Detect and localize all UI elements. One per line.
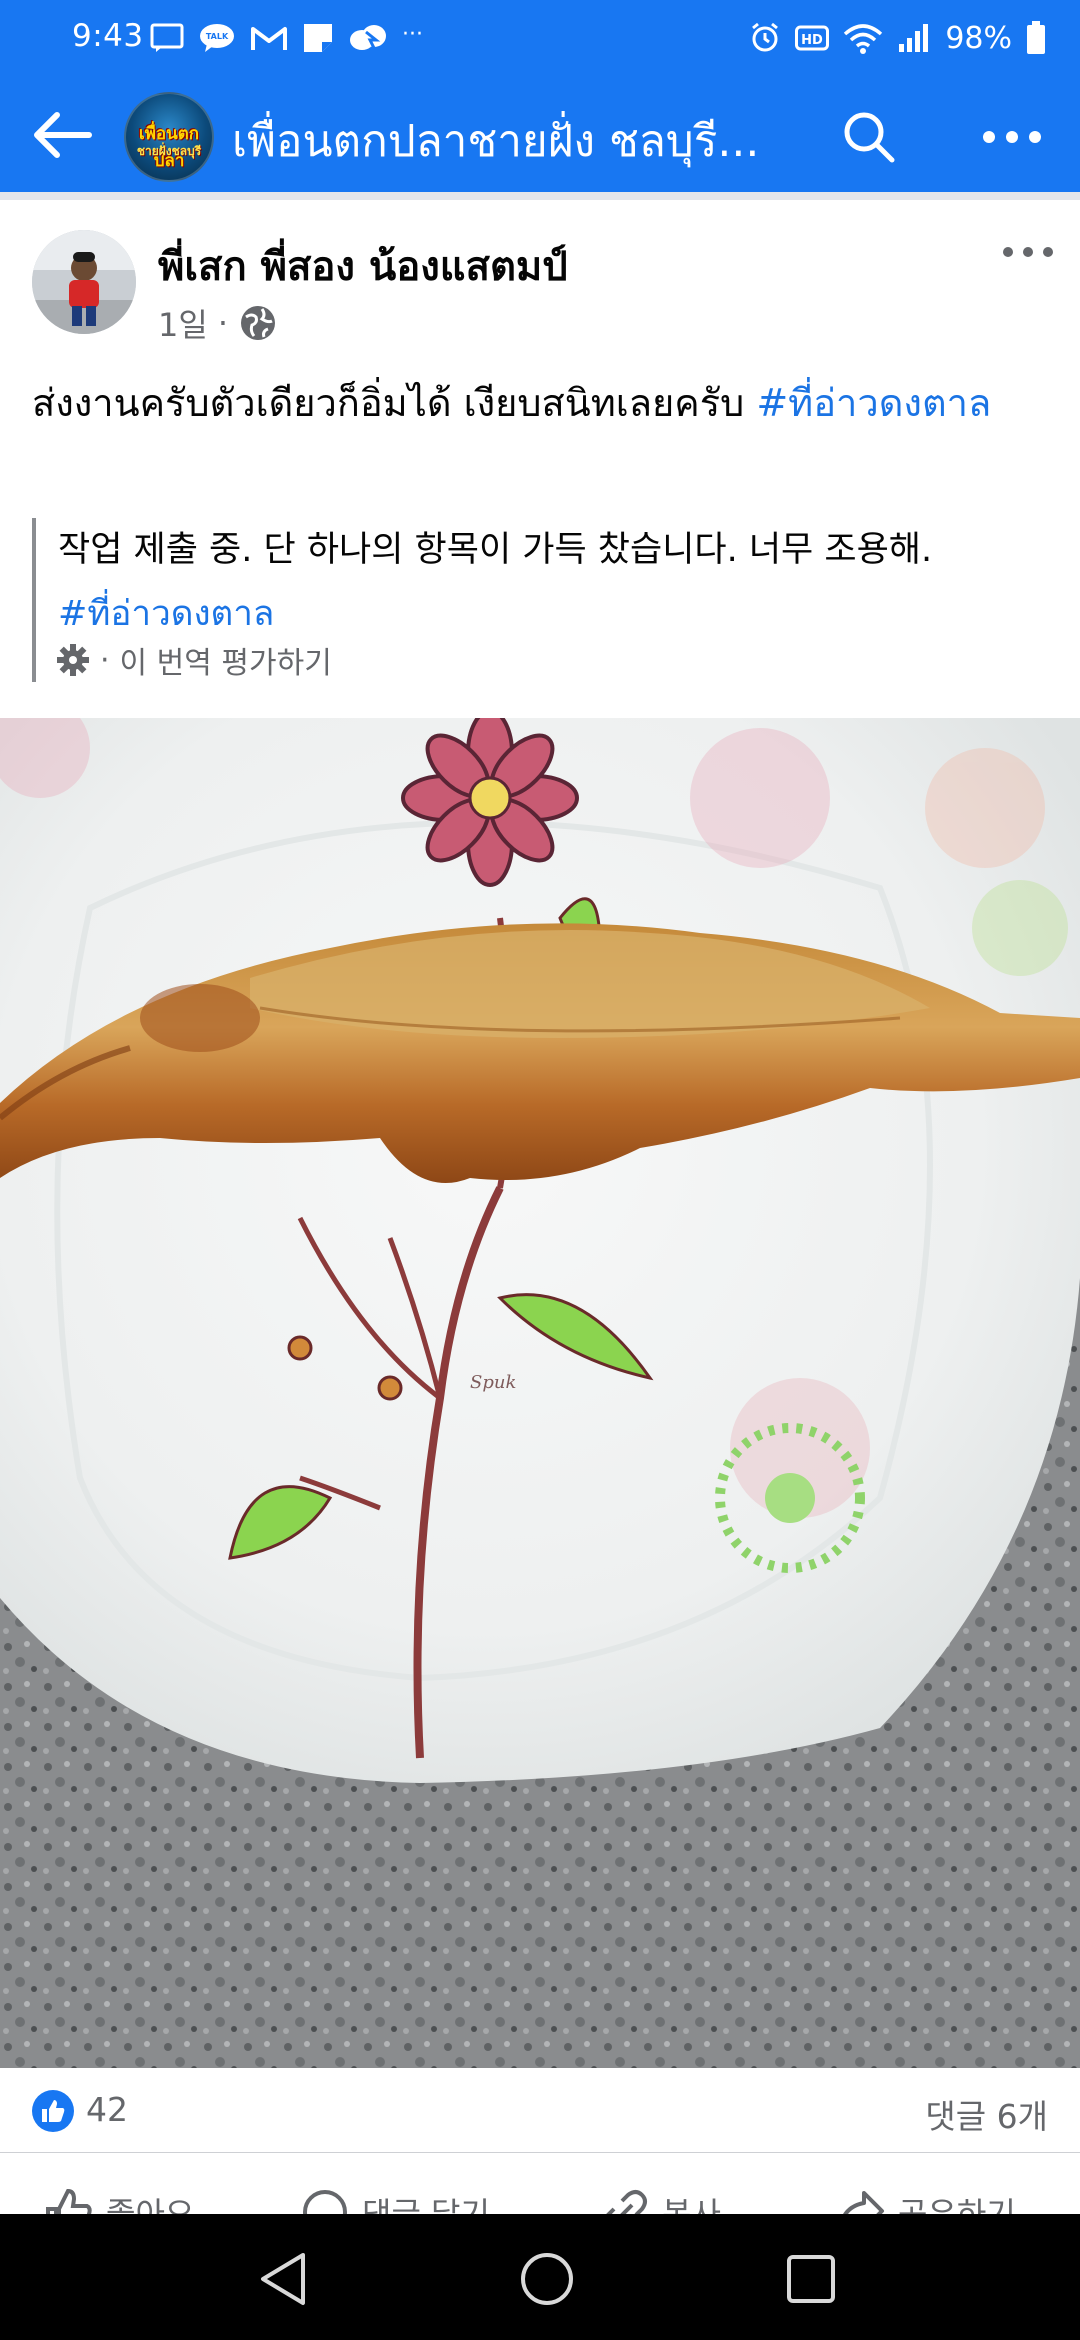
share-button[interactable]: 공유하기 <box>836 2187 1016 2215</box>
like-button-label: 좋아요 <box>106 2195 195 2215</box>
hd-icon-text: HD <box>801 33 823 48</box>
thumbs-up-icon <box>42 2100 65 2122</box>
back-arrow-icon <box>34 112 92 158</box>
group-more-button[interactable] <box>974 104 1050 170</box>
square-recents-icon <box>787 2255 835 2303</box>
circle-home-icon <box>521 2253 573 2305</box>
wifi-icon <box>843 22 883 54</box>
post-action-bar: 좋아요 댓글 달기 복사 공유하기 <box>0 2152 1080 2215</box>
system-navigation-bar <box>0 2214 1080 2340</box>
group-avatar-text-bottom: ชายฝั่งชลบุรี <box>136 144 202 158</box>
thumbs-up-outline-icon <box>46 2188 92 2215</box>
nav-recents-button[interactable] <box>776 2244 846 2314</box>
link-icon <box>605 2190 647 2215</box>
group-title[interactable]: เพื่อนตกปลาชายฝั่ง ชลบุรี... <box>232 106 802 176</box>
rate-translation-link[interactable]: 이 번역 평가하기 <box>120 638 332 682</box>
talk-icon-text: TALK <box>206 32 229 41</box>
translation-hashtag-link[interactable]: #ที่อ่าวดงตาล <box>58 594 274 634</box>
plate-signature: Spuk <box>470 1372 516 1393</box>
triangle-back-icon <box>261 2253 305 2305</box>
copy-button[interactable]: 복사 <box>600 2187 721 2215</box>
like-reaction-badge[interactable] <box>32 2090 74 2132</box>
gear-icon[interactable] <box>56 643 90 677</box>
message-icon <box>150 23 184 53</box>
translation-block: 작업 제출 중. 단 하나의 항목이 가득 찼습니다. 너무 조용해. #ที่อ… <box>32 518 1052 682</box>
translation-meta: · 이 번역 평가하기 <box>56 638 332 682</box>
more-dots-icon: ··· <box>402 21 423 47</box>
post-meta: 1일 · <box>158 300 278 346</box>
comment-button[interactable]: 댓글 달기 <box>300 2187 490 2215</box>
translation-meta-separator: · <box>100 642 110 678</box>
comment-button-label: 댓글 달기 <box>362 2195 490 2215</box>
share-icon <box>842 2191 884 2215</box>
gmail-icon <box>250 23 288 53</box>
more-horizontal-icon <box>1003 247 1053 257</box>
nav-home-button[interactable] <box>512 2244 582 2314</box>
post-time[interactable]: 1일 <box>158 300 208 346</box>
search-icon <box>844 112 895 163</box>
alarm-icon <box>749 22 781 54</box>
author-photo <box>32 230 136 334</box>
note-icon <box>302 22 334 54</box>
signal-icon <box>897 22 931 54</box>
battery-icon <box>1026 21 1046 55</box>
meta-separator: · <box>217 304 228 342</box>
status-bar: 9:43 TALK ··· HD 98% <box>0 0 1080 78</box>
comment-icon <box>303 2190 347 2215</box>
translation-body: 작업 제출 중. 단 하나의 항목이 가득 찼습니다. 너무 조용해. <box>58 530 933 570</box>
translation-text: 작업 제출 중. 단 하나의 항목이 가득 찼습니다. 너무 조용해. #ที่อ… <box>58 518 1048 646</box>
post-options-button[interactable] <box>996 230 1060 274</box>
group-app-bar: เพื่อนตกปลา ชายฝั่งชลบุรี เพื่อนตกปลาชาย… <box>0 78 1080 192</box>
author-avatar[interactable] <box>32 230 136 334</box>
group-avatar[interactable]: เพื่อนตกปลา ชายฝั่งชลบุรี <box>124 92 214 182</box>
globe-icon <box>240 306 275 340</box>
reactions-bar: 42 댓글 6개 <box>0 2068 1080 2152</box>
search-button[interactable] <box>836 104 902 170</box>
post-author-name[interactable]: พี่เสก พี่สอง น้องแสตมป์ <box>158 234 568 298</box>
post-photo[interactable]: Spuk <box>0 718 1080 2068</box>
talk-icon: TALK <box>198 22 236 54</box>
back-button[interactable] <box>30 102 96 168</box>
status-time: 9:43 <box>72 18 144 54</box>
battery-percent: 98% <box>945 20 1012 56</box>
fried-fish-on-plate-image: Spuk <box>0 718 1080 2068</box>
app-bar-divider <box>0 192 1080 200</box>
post-body-text: ส่งงานครับตัวเดียวก็อิ่มได้ เงียบสนิทเลย… <box>32 381 757 425</box>
share-button-label: 공유하기 <box>898 2195 1016 2215</box>
copy-button-label: 복사 <box>662 2195 721 2215</box>
comment-count[interactable]: 댓글 6개 <box>925 2090 1048 2138</box>
system-icons: HD 98% <box>749 16 1046 60</box>
post-hashtag-link[interactable]: #ที่อ่าวดงตาล <box>756 381 991 425</box>
hd-icon: HD <box>795 24 830 52</box>
nav-back-button[interactable] <box>248 2244 318 2314</box>
like-count[interactable]: 42 <box>86 2090 128 2129</box>
notification-icons: TALK ··· <box>150 18 423 58</box>
cloud-icon <box>348 22 388 54</box>
more-horizontal-icon <box>983 131 1041 143</box>
like-button[interactable]: 좋아요 <box>44 2187 194 2215</box>
post-text: ส่งงานครับตัวเดียวก็อิ่มได้ เงียบสนิทเลย… <box>32 370 1048 436</box>
